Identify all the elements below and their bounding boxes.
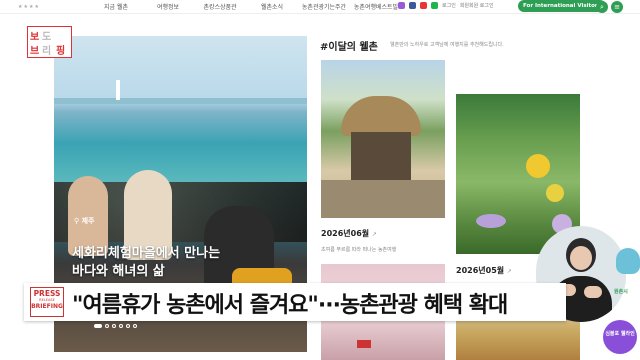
youtube-icon[interactable]: [420, 2, 427, 9]
menu-item-week[interactable]: 농촌관광기는주간: [298, 2, 350, 11]
briefing-badge: 보 도 브 리 핑: [27, 26, 72, 58]
external-link-icon: ↗: [506, 268, 512, 275]
external-link-icon: ↗: [371, 231, 377, 238]
floating-label[interactable]: 원촌시: [614, 288, 628, 295]
card-subtitle: 초여름 푸르름 따라 떠나는 농촌여행: [321, 247, 397, 253]
badge-char: 도: [42, 32, 52, 43]
card-date[interactable]: 2026년05월 ↗: [456, 265, 512, 276]
blog-icon[interactable]: [431, 2, 438, 9]
location-pin-icon: ⚲: [74, 217, 80, 225]
section-description: 웰촌만의 노하우로 고객님께 여행지를 추천해드립니다.: [390, 42, 504, 48]
site-logo[interactable]: ★★★★: [18, 4, 50, 10]
menu-item-now[interactable]: 지금 웰촌: [90, 2, 142, 11]
carousel-dot[interactable]: [126, 324, 130, 328]
flower: [526, 154, 550, 178]
facebook-icon[interactable]: [409, 2, 416, 9]
badge-char: 보: [30, 32, 40, 43]
interpreter-face: [570, 246, 592, 270]
utility-links: 로그인 회원회원 로그인: [398, 2, 494, 9]
menu-icon[interactable]: ≡: [611, 1, 623, 13]
instagram-icon[interactable]: [398, 2, 405, 9]
press-briefing-logo: PRESS RELEASE BRIEFING: [30, 287, 64, 317]
flower: [476, 214, 506, 228]
sign-tag: [357, 340, 371, 348]
menu-item-news[interactable]: 웰촌소식: [246, 2, 298, 11]
search-icon[interactable]: ⌕: [596, 1, 608, 13]
house-wall: [351, 132, 411, 182]
news-caption-banner: PRESS RELEASE BRIEFING "여름휴가 농촌에서 즐겨요"··…: [24, 283, 566, 321]
badge-char: 브: [30, 46, 40, 57]
lighthouse: [116, 80, 120, 100]
hero-title-line1[interactable]: 세화리체험마을에서 만나는: [72, 242, 220, 261]
stone-wall: [321, 180, 445, 218]
carousel-dot[interactable]: [133, 324, 137, 328]
carousel-dot[interactable]: [105, 324, 109, 328]
menu-item-best[interactable]: 농촌여행베스트빌: [350, 2, 402, 11]
card-date[interactable]: 2026년06월 ↗: [321, 228, 377, 239]
floating-chat-button[interactable]: 심볼포 웰라인: [603, 320, 637, 354]
interpreter-hand: [584, 286, 602, 298]
sea-horizon: [54, 98, 307, 104]
mascot-icon[interactable]: [616, 248, 640, 274]
caption-text: "여름휴가 농촌에서 즐겨요"···농촌관광 혜택 확대: [72, 293, 508, 318]
wellness-card-june[interactable]: [321, 60, 445, 218]
carousel-dots: [94, 324, 137, 328]
section-title: #이달의 웰촌: [320, 42, 378, 53]
flower: [546, 184, 564, 202]
hero-title-line2[interactable]: 바다와 해녀의 삶: [72, 260, 165, 279]
carousel-dot[interactable]: [112, 324, 116, 328]
badge-char: 핑: [56, 46, 66, 57]
signup-link[interactable]: 회원회원 로그인: [460, 2, 494, 9]
carousel-dot-active[interactable]: [94, 324, 102, 328]
carousel-dot[interactable]: [119, 324, 123, 328]
menu-item-products[interactable]: 촌캉스상품관: [194, 2, 246, 11]
login-link[interactable]: 로그인: [442, 2, 456, 9]
top-navigation: ★★★★ 지금 웰촌 여행정보 촌캉스상품관 웰촌소식 농촌관광기는주간 농촌여…: [0, 0, 640, 14]
main-menu: 지금 웰촌 여행정보 촌캉스상품관 웰촌소식 농촌관광기는주간 농촌여행베스트빌: [90, 2, 402, 11]
hero-location: ⚲ 제주: [74, 217, 95, 225]
menu-item-travel-info[interactable]: 여행정보: [142, 2, 194, 11]
badge-char: 리: [42, 46, 52, 57]
international-visitors-button[interactable]: For International Visitors: [518, 0, 606, 12]
thatched-roof: [341, 96, 421, 136]
